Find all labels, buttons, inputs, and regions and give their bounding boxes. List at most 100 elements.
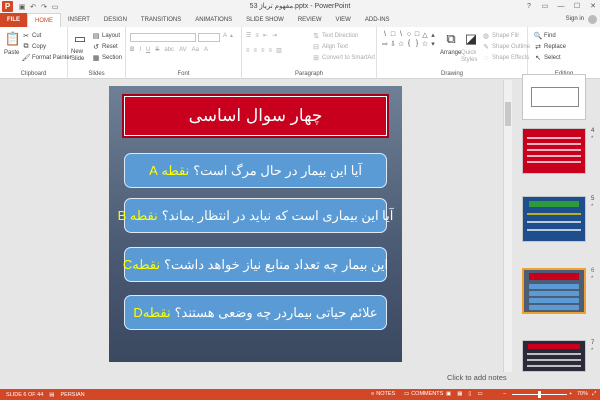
ribbon-display-button[interactable]: ▭ [540, 1, 550, 11]
rect-shape-icon[interactable]: □ [389, 30, 397, 39]
thumbnail-slide-4[interactable] [522, 128, 586, 174]
question-box-b[interactable]: آیا این بیماری است که نباید در انتظار بم… [118, 198, 393, 233]
user-avatar-icon[interactable] [588, 15, 597, 24]
normal-view-icon[interactable]: ▣ [446, 391, 451, 397]
format-painter-button[interactable]: 🖌 Format Painter [22, 54, 72, 62]
close-button[interactable]: ✕ [588, 1, 598, 11]
new-slide-icon[interactable]: ▭ [72, 31, 88, 47]
arrow-down-shape-icon[interactable]: ⇩ [389, 39, 397, 48]
numbering-icon[interactable]: ≡ [255, 33, 259, 39]
triangle-shape-icon[interactable]: △ [421, 30, 429, 39]
italic-icon[interactable]: I [139, 47, 141, 53]
slide-title-box[interactable]: چهار سوال اساسی [124, 96, 387, 136]
shapes-gallery[interactable]: \ □ \ ○ □ △ ▴ ⇨ ⇩ ☆ { } ☆ ▾ [381, 30, 437, 60]
tab-view[interactable]: VIEW [329, 13, 358, 27]
slide-sorter-icon[interactable]: ▦ [457, 391, 462, 397]
editor-vertical-scrollbar[interactable] [503, 80, 512, 372]
arrange-button[interactable]: Arrange [440, 50, 461, 56]
help-button[interactable]: ? [524, 1, 534, 11]
comments-button[interactable]: ▭ COMMENTS [404, 391, 443, 397]
undo-icon[interactable]: ↶ [29, 3, 37, 11]
tab-home[interactable]: HOME [27, 13, 61, 27]
question-box-a[interactable]: آیا این بیمار در حال مرگ است؟ نقطه A [124, 153, 387, 188]
brace-shape-icon[interactable]: { [405, 39, 413, 48]
paste-button[interactable]: Paste [4, 50, 19, 56]
brace2-shape-icon[interactable]: } [413, 39, 421, 48]
paste-icon[interactable]: 📋 [5, 31, 21, 47]
strikethrough-icon[interactable]: S [155, 47, 159, 53]
scrollbar-thumb[interactable] [505, 102, 511, 126]
language-indicator[interactable]: PERSIAN [61, 392, 85, 398]
decrease-indent-icon[interactable]: ⇤ [263, 32, 268, 39]
bullets-icon[interactable]: ☰ [246, 32, 251, 39]
align-right-icon[interactable]: ≡ [261, 48, 265, 54]
reset-button[interactable]: ↺ Reset [92, 43, 118, 51]
thumbnail-slide-6-selected[interactable] [522, 268, 586, 314]
rect2-shape-icon[interactable]: □ [413, 30, 421, 39]
convert-smartart-button[interactable]: ⊞ Convert to SmartArt [312, 54, 375, 62]
start-show-icon[interactable]: ▭ [51, 3, 59, 11]
quick-styles-icon[interactable]: ◪ [463, 31, 479, 47]
spellcheck-icon[interactable]: ▤ [49, 392, 54, 398]
columns-icon[interactable]: ▥ [276, 47, 282, 54]
align-center-icon[interactable]: ≡ [254, 48, 258, 54]
replace-button[interactable]: ⇄ Replace [534, 43, 566, 51]
section-button[interactable]: ▦ Section [92, 54, 122, 62]
copy-button[interactable]: ⧉ Copy [22, 43, 47, 51]
tab-animations[interactable]: ANIMATIONS [188, 13, 239, 27]
sign-in-link[interactable]: Sign in [566, 16, 584, 22]
tab-transitions[interactable]: TRANSITIONS [134, 13, 188, 27]
thumbnail-slide-5[interactable] [522, 196, 586, 242]
line-shape-icon[interactable]: \ [381, 30, 389, 39]
slide-thumbnails-panel[interactable]: 4 * 5 * 6 * 7 * [512, 74, 600, 372]
zoom-slider-knob[interactable] [538, 391, 541, 398]
question-box-d[interactable]: علائم حیاتی بیماردر چه وضعی هستند؟ نقطهD [124, 295, 387, 330]
zoom-out-button[interactable]: − [503, 391, 506, 397]
arrange-icon[interactable]: ⧉ [443, 31, 459, 47]
find-button[interactable]: 🔍 Find [534, 32, 556, 40]
star2-shape-icon[interactable]: ☆ [421, 39, 429, 48]
minimize-button[interactable]: — [556, 1, 566, 11]
zoom-level[interactable]: 70% [577, 391, 588, 397]
thumbnail-slide-3[interactable] [522, 74, 586, 120]
shape-outline-button[interactable]: ✎ Shape Outline [482, 43, 530, 51]
thumbnail-slide-7[interactable] [522, 340, 586, 372]
arrow-right-shape-icon[interactable]: ⇨ [381, 39, 389, 48]
tab-file[interactable]: FILE [0, 13, 27, 27]
font-size-dropdown[interactable] [198, 33, 220, 42]
grow-font-icon[interactable]: A ▲ [223, 33, 234, 39]
current-slide[interactable]: چهار سوال اساسی آیا این بیمار در حال مرگ… [109, 86, 402, 362]
slide-counter[interactable]: SLIDE 6 OF 44 [6, 392, 43, 398]
justify-icon[interactable]: ≡ [269, 48, 273, 54]
change-case-icon[interactable]: Aa [192, 47, 199, 53]
tab-add-ins[interactable]: ADD-INS [358, 13, 397, 27]
cut-button[interactable]: ✂ Cut [22, 32, 41, 40]
align-left-icon[interactable]: ≡ [246, 48, 250, 54]
char-spacing-icon[interactable]: AV [179, 47, 187, 53]
tab-review[interactable]: REVIEW [291, 13, 329, 27]
maximize-button[interactable]: ☐ [572, 1, 582, 11]
fit-slide-icon[interactable]: ⤢ [592, 391, 596, 398]
increase-indent-icon[interactable]: ⇥ [272, 32, 277, 39]
zoom-in-button[interactable]: + [569, 391, 572, 397]
notes-button[interactable]: ≡ NOTES [371, 391, 395, 397]
shape-fill-button[interactable]: ◍ Shape Fill [482, 32, 519, 40]
bold-icon[interactable]: B [130, 47, 134, 53]
line2-shape-icon[interactable]: \ [397, 30, 405, 39]
font-name-dropdown[interactable] [130, 33, 196, 42]
scroll-down-icon[interactable]: ▾ [429, 39, 437, 48]
align-text-button[interactable]: ⊟ Align Text [312, 43, 348, 51]
layout-button[interactable]: ▤ Layout [92, 32, 120, 40]
tab-design[interactable]: DESIGN [97, 13, 134, 27]
ellipse-shape-icon[interactable]: ○ [405, 30, 413, 39]
save-icon[interactable]: ▣ [18, 3, 26, 11]
notes-placeholder[interactable]: Click to add notes [447, 373, 507, 382]
tab-insert[interactable]: INSERT [61, 13, 97, 27]
font-color-icon[interactable]: A [204, 47, 208, 53]
quick-styles-button[interactable]: Quick Styles [461, 50, 481, 64]
new-slide-button[interactable]: New Slide [71, 49, 91, 63]
tab-slide-show[interactable]: SLIDE SHOW [239, 13, 291, 27]
slideshow-view-icon[interactable]: ▭ [477, 391, 482, 397]
underline-icon[interactable]: U [146, 47, 150, 53]
select-button[interactable]: ↖ Select [534, 54, 561, 62]
